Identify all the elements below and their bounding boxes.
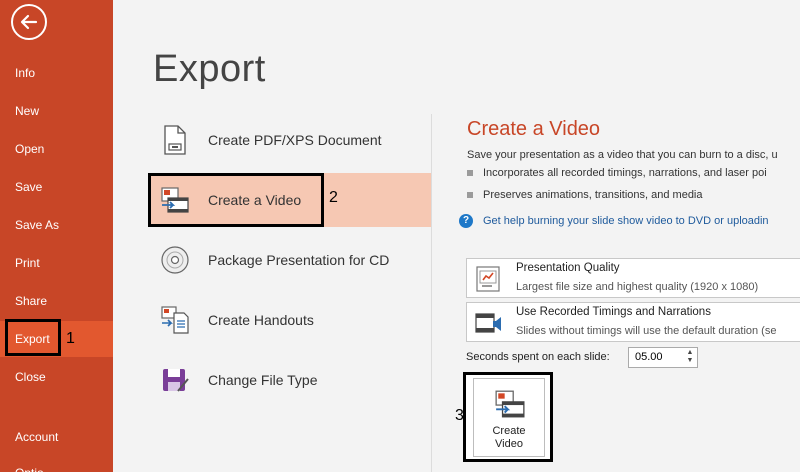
nav-open[interactable]: Open (0, 132, 113, 166)
nav-share[interactable]: Share (0, 284, 113, 318)
timings-dropdown[interactable]: Use Recorded Timings and Narrations Slid… (466, 302, 800, 342)
timings-narrations-icon (474, 308, 504, 338)
option-change-file-type[interactable]: Change File Type (150, 353, 432, 407)
seconds-label: Seconds spent on each slide: (466, 351, 610, 363)
bullet-text: Incorporates all recorded timings, narra… (483, 167, 767, 179)
help-link-text[interactable]: Get help burning your slide show video t… (483, 215, 769, 227)
create-video-line1: Create (492, 425, 526, 437)
option-label: Create PDF/XPS Document (208, 132, 382, 148)
bullet-square-icon (467, 170, 473, 177)
nav-save-as[interactable]: Save As (0, 208, 113, 242)
nav-new[interactable]: New (0, 94, 113, 128)
nav-account[interactable]: Account (0, 420, 113, 454)
option-label: Create Handouts (208, 312, 314, 328)
pane-divider (431, 114, 432, 472)
export-pane: Export Create PDF/XPS Document Create a … (113, 0, 800, 472)
presentation-quality-icon (474, 264, 504, 294)
nav-close[interactable]: Close (0, 360, 113, 394)
create-video-button[interactable]: Create Video (473, 378, 545, 457)
help-icon: ? (459, 214, 473, 228)
nav-print[interactable]: Print (0, 246, 113, 280)
create-video-highlight-box: Create Video (463, 372, 553, 462)
spinner-arrows-icon[interactable]: ▲ ▼ (685, 349, 695, 366)
create-video-label: Create Video (474, 425, 544, 451)
page-title: Export (153, 48, 266, 90)
seconds-value: 05.00 (635, 351, 663, 363)
nav-options[interactable]: Optio (0, 456, 113, 472)
step-1-label: 1 (66, 330, 75, 347)
backstage-sidebar: Info New Open Save Save As Print Share E… (0, 0, 113, 472)
timings-title: Use Recorded Timings and Narrations (516, 306, 711, 318)
timings-subtitle: Slides without timings will use the defa… (516, 325, 777, 337)
quality-subtitle: Largest file size and highest quality (1… (516, 281, 759, 293)
quality-title: Presentation Quality (516, 262, 620, 274)
export-highlight-box (5, 319, 61, 356)
bullet-item: Incorporates all recorded timings, narra… (467, 167, 767, 179)
cd-icon (158, 243, 192, 277)
nav-info[interactable]: Info (0, 56, 113, 90)
step-3-label: 3 (455, 407, 464, 424)
create-video-line2: Video (495, 438, 523, 450)
nav-save[interactable]: Save (0, 170, 113, 204)
seconds-input[interactable]: 05.00 ▲ ▼ (628, 347, 698, 368)
step-2-label: 2 (329, 189, 338, 206)
video-icon (495, 390, 525, 418)
option-create-pdf[interactable]: Create PDF/XPS Document (150, 113, 432, 167)
handouts-icon (158, 303, 192, 337)
file-type-icon (158, 363, 192, 397)
option-create-handouts[interactable]: Create Handouts (150, 293, 432, 347)
video-highlight-box (148, 173, 324, 227)
option-label: Package Presentation for CD (208, 252, 390, 268)
bullet-text: Preserves animations, transitions, and m… (483, 189, 703, 201)
quality-dropdown[interactable]: Presentation Quality Largest file size a… (466, 258, 800, 298)
panel-title: Create a Video (467, 118, 601, 140)
bullet-item: Preserves animations, transitions, and m… (467, 189, 703, 201)
option-package-cd[interactable]: Package Presentation for CD (150, 233, 432, 287)
help-link[interactable]: ? Get help burning your slide show video… (459, 214, 769, 228)
back-arrow-icon (20, 14, 38, 30)
panel-description: Save your presentation as a video that y… (467, 149, 778, 161)
option-label: Change File Type (208, 372, 318, 388)
back-button[interactable] (11, 4, 47, 40)
pdf-document-icon (158, 123, 192, 157)
bullet-square-icon (467, 192, 473, 199)
